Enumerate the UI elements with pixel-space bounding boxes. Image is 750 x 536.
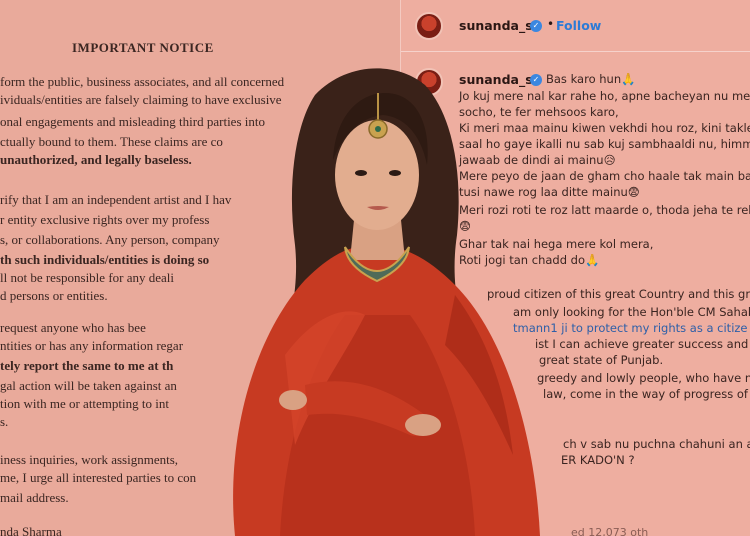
verified-badge-icon: ✓ [530, 20, 542, 32]
notice-line: ll not be responsible for any deali [0, 270, 175, 285]
notice-title: IMPORTANT NOTICE [72, 40, 214, 55]
notice-line: unauthorized, and legally baseless. [0, 152, 192, 167]
avatar[interactable] [415, 12, 443, 40]
header-username[interactable]: sunanda_ss [459, 18, 540, 33]
woman-in-red-outfit-image [233, 68, 540, 536]
likes-count: ed 12,073 oth [571, 526, 649, 536]
follow-button[interactable]: Follow [556, 18, 601, 33]
caption-line: law, come in the way of progress of th [543, 387, 750, 401]
notice-line: ntities or has any information regar [0, 338, 184, 353]
caption-line: greedy and lowly people, who have no [537, 371, 750, 385]
notice-line: ctually bound to them. These claims are … [0, 134, 223, 149]
notice-line: iness inquiries, work assignments, [0, 452, 179, 467]
post-header: sunanda_ss ✓ • Follow [401, 0, 750, 52]
notice-line: gal action will be taken against an [0, 378, 177, 393]
caption-line: great state of Punjab. [539, 353, 664, 367]
caption-line: ch v sab nu puchna chahuni an ajj, [563, 437, 750, 451]
notice-line: tely report the same to me at th [0, 358, 174, 373]
notice-line: me, I urge all interested parties to con [0, 470, 197, 485]
caption-line: Bas karo hun🙏 [546, 72, 636, 86]
separator-dot: • [547, 17, 555, 31]
notice-line: request anyone who has bee [0, 320, 146, 335]
notice-line: r entity exclusive rights over my profes… [0, 212, 210, 227]
notice-line: mail address. [0, 490, 69, 505]
caption-line: ist I can achieve greater success and br… [535, 337, 750, 351]
notice-line: s, or collaborations. Any person, compan… [0, 232, 220, 247]
notice-line: s. [0, 414, 9, 429]
notice-line: th such individuals/entities is doing so [0, 252, 210, 267]
notice-line: tion with me or attempting to int [0, 396, 169, 411]
caption-line: ER KADO'N ? [561, 453, 635, 467]
notice-line: nda Sharma [0, 524, 62, 536]
notice-line: d persons or entities. [0, 288, 108, 303]
